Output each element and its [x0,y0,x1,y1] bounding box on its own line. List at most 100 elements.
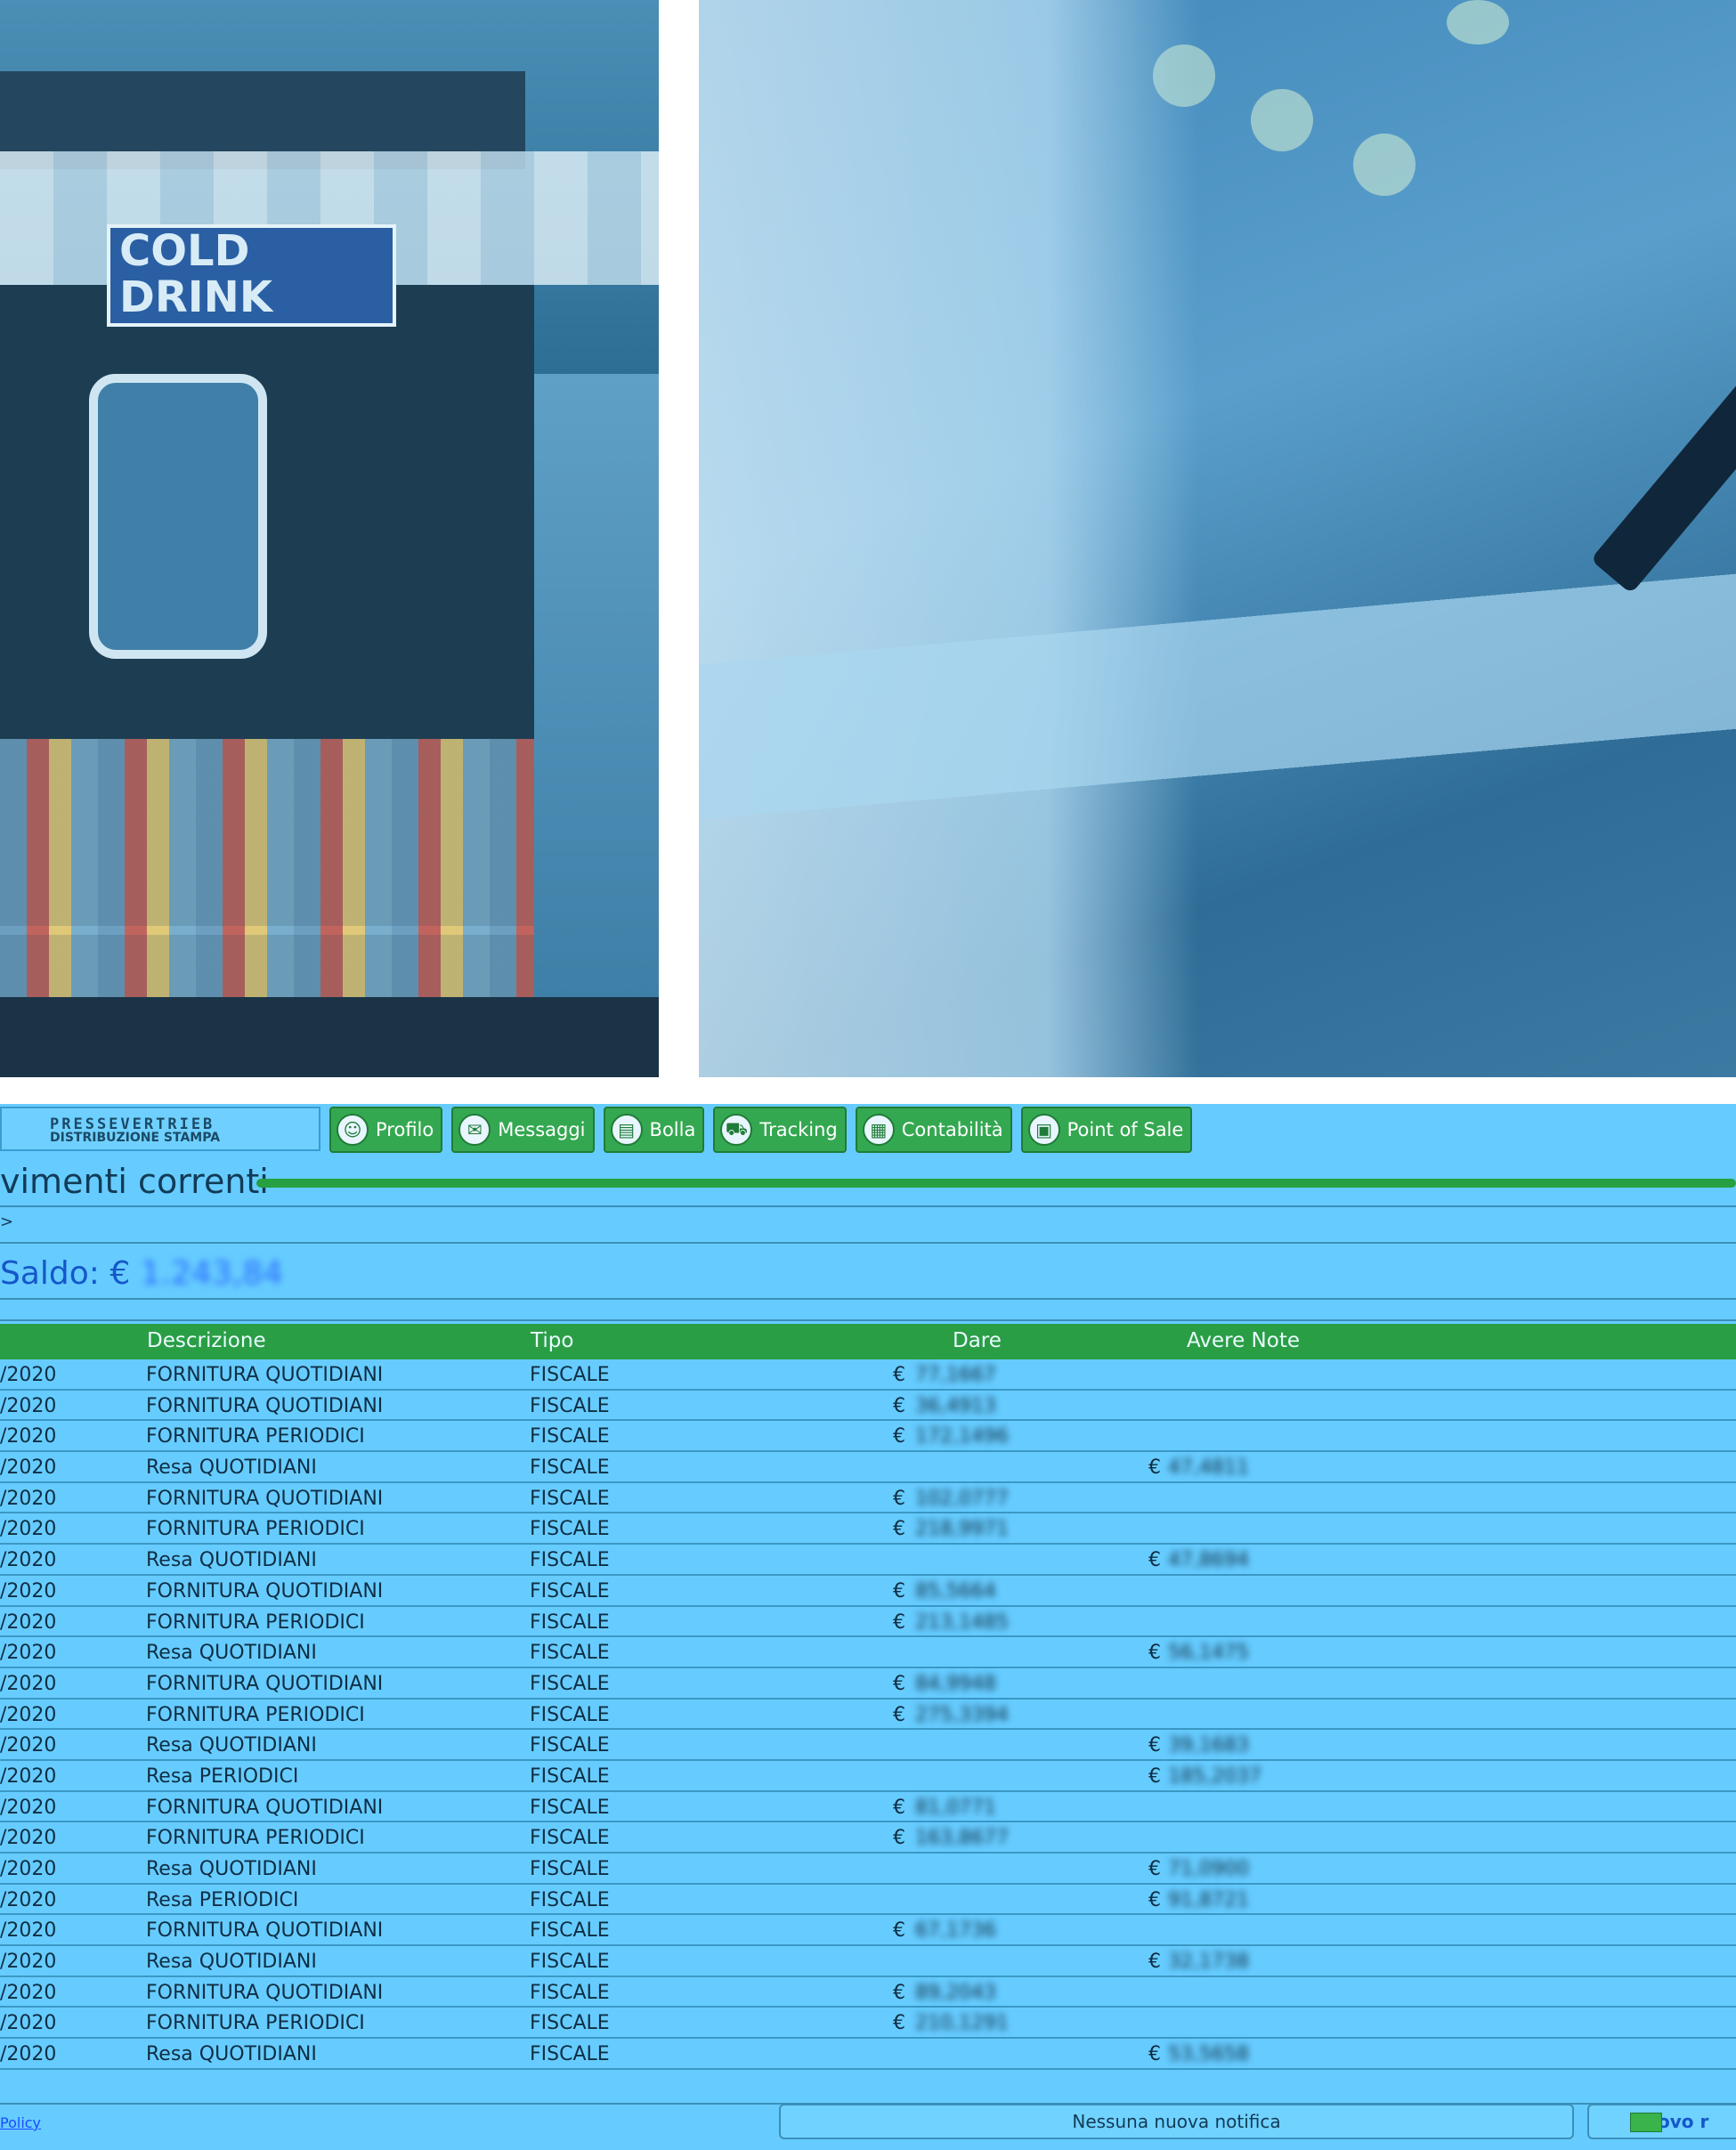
cell-dare: 210,1291 [915,2012,1009,2035]
cell-date: /2020 [0,1579,57,1602]
logo[interactable]: PRESSEVERTRIEB DISTRIBUZIONE STAMPA [0,1107,320,1151]
cell-date: /2020 [0,1364,57,1386]
cell-avere-currency: € [1148,2043,1161,2066]
cell-tipo: FISCALE [530,1827,610,1850]
breadcrumb[interactable]: > [0,1213,13,1231]
bokeh-light [1353,134,1416,196]
cell-dare: 89,2043 [915,1981,996,2004]
cell-dare: 218,9971 [915,1518,1009,1541]
saldo: Saldo: € 1.243,84 [0,1255,283,1292]
table-row: /2020 FORNITURA QUOTIDIANI FISCALE €81,0771 [0,1792,1736,1823]
cell-date: /2020 [0,1703,57,1726]
cell-avere: 56,1475 [1168,1642,1249,1665]
cell-dare-currency: € [893,1610,905,1634]
cell-descrizione: FORNITURA PERIODICI [146,1827,365,1850]
table-row: /2020 FORNITURA PERIODICI FISCALE €163,8677 [0,1822,1736,1854]
cell-date: /2020 [0,1734,57,1757]
cell-dare: 102,0777 [915,1487,1009,1510]
cell-descrizione: Resa QUOTIDIANI [146,1734,317,1757]
cell-descrizione: FORNITURA QUOTIDIANI [146,1672,384,1695]
table-row: /2020 Resa QUOTIDIANI FISCALE €32,1738 [0,1946,1736,1977]
table-row: /2020 FORNITURA QUOTIDIANI FISCALE €77,1667 [0,1359,1736,1391]
cell-descrizione: FORNITURA PERIODICI [146,1518,365,1541]
cell-tipo: FISCALE [530,2043,610,2066]
cell-descrizione: FORNITURA QUOTIDIANI [146,1919,384,1943]
header-tipo[interactable]: Tipo [531,1329,573,1352]
cell-avere-currency: € [1148,1858,1161,1880]
table-row: /2020 FORNITURA PERIODICI FISCALE €213,1485 [0,1607,1736,1638]
cell-dare-currency: € [893,2012,905,2035]
cell-dare: 275,3394 [915,1703,1009,1726]
cell-dare-currency: € [893,1364,905,1386]
cell-avere-currency: € [1148,1456,1161,1480]
nav-label: Profilo [376,1119,434,1140]
nav-tracking-button[interactable]: ⛟ Tracking [713,1107,847,1153]
cell-dare: 85,5664 [915,1579,996,1602]
cell-tipo: FISCALE [530,1888,610,1911]
tablet-photo [699,0,1736,1077]
cell-dare-currency: € [893,1487,905,1510]
nav-messaggi-button[interactable]: ✉ Messaggi [451,1107,595,1153]
cell-date: /2020 [0,1518,57,1541]
bokeh-light [1251,89,1313,151]
nav-bolla-button[interactable]: ▤ Bolla [603,1107,705,1153]
header-avere-note[interactable]: Avere Note [1187,1329,1300,1352]
magazine-shelf [0,926,534,997]
cell-avere-currency: € [1148,1734,1161,1757]
cell-avere-currency: € [1148,1765,1161,1788]
policy-link[interactable]: Policy [0,2114,41,2131]
nav-contabilita-button[interactable]: ▦ Contabilità [855,1107,1012,1153]
nav-profilo-button[interactable]: ☺ Profilo [329,1107,443,1153]
cell-descrizione: Resa PERIODICI [146,1888,299,1911]
cell-dare: 36,4913 [915,1394,996,1417]
table-row: /2020 Resa PERIODICI FISCALE €185,2037 [0,1761,1736,1792]
table-row: /2020 FORNITURA QUOTIDIANI FISCALE €89,2043 [0,1977,1736,2008]
cell-date: /2020 [0,1827,57,1850]
person-icon: ☺ [337,1114,369,1146]
register-icon: ▣ [1027,1114,1060,1146]
header-descrizione[interactable]: Descrizione [147,1329,266,1352]
cell-tipo: FISCALE [530,1549,610,1572]
nav-label: Tracking [759,1119,838,1140]
cell-dare: 84,9948 [915,1672,996,1695]
nav-label: Point of Sale [1067,1119,1184,1140]
cell-dare-currency: € [893,1703,905,1726]
divider [0,1319,1736,1321]
truck-icon: ⛟ [720,1114,753,1146]
table-row: /2020 Resa PERIODICI FISCALE €91,8721 [0,1885,1736,1916]
cell-descrizione: FORNITURA QUOTIDIANI [146,1364,384,1386]
cell-date: /2020 [0,1796,57,1819]
cell-dare-currency: € [893,1518,905,1541]
cell-tipo: FISCALE [530,1734,610,1757]
drinks-fridge [89,374,267,659]
nav-label: Bolla [649,1119,696,1140]
cell-tipo: FISCALE [530,1858,610,1880]
cell-descrizione: FORNITURA PERIODICI [146,1425,365,1448]
notification-bar[interactable]: Nessuna nuova notifica [779,2104,1574,2139]
nav-label: Contabilità [901,1119,1003,1140]
table-row: /2020 Resa QUOTIDIANI FISCALE €39,1683 [0,1730,1736,1761]
cell-descrizione: Resa QUOTIDIANI [146,1456,317,1480]
cell-avere: 47,8694 [1168,1549,1249,1572]
cell-descrizione: FORNITURA PERIODICI [146,2012,365,2035]
table-row: /2020 Resa QUOTIDIANI FISCALE €71,0900 [0,1854,1736,1885]
cell-dare: 81,0771 [915,1796,996,1819]
cell-dare: 67,1736 [915,1919,996,1943]
header-dare[interactable]: Dare [953,1329,1002,1352]
cell-avere: 53,5658 [1168,2043,1249,2066]
cell-descrizione: Resa PERIODICI [146,1765,299,1788]
divider [0,1298,1736,1300]
cell-tipo: FISCALE [530,1425,610,1448]
table-row: /2020 Resa QUOTIDIANI FISCALE €47,8694 [0,1545,1736,1576]
table-row: /2020 Resa QUOTIDIANI FISCALE €53,5658 [0,2039,1736,2070]
cell-tipo: FISCALE [530,2012,610,2035]
cell-descrizione: Resa QUOTIDIANI [146,2043,317,2066]
document-icon: ▤ [610,1114,643,1146]
cell-date: /2020 [0,1888,57,1911]
new-message-button[interactable]: Nuovo r [1587,2104,1736,2139]
cell-tipo: FISCALE [530,1981,610,2004]
title-underline [256,1179,1736,1188]
cell-tipo: FISCALE [530,1364,610,1386]
table-header: Descrizione Tipo Dare Avere Note [0,1324,1736,1359]
nav-point-of-sale-button[interactable]: ▣ Point of Sale [1020,1107,1193,1153]
